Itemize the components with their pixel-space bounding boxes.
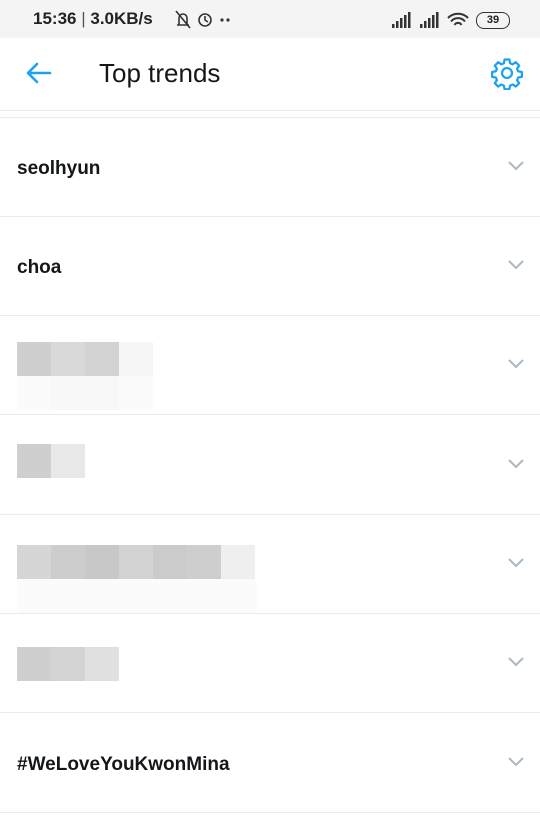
status-left-icons xyxy=(175,10,230,29)
mute-bell-icon xyxy=(175,10,191,29)
chevron-down-icon[interactable] xyxy=(507,756,525,768)
chevron-down-icon[interactable] xyxy=(507,160,525,172)
trend-row-redacted[interactable] xyxy=(0,316,540,415)
chevron-down-icon[interactable] xyxy=(507,656,525,668)
redacted-text xyxy=(17,647,121,681)
battery-icon: 39 xyxy=(476,12,510,29)
chevron-down-icon[interactable] xyxy=(507,458,525,470)
wifi-icon xyxy=(447,12,469,26)
redacted-text xyxy=(17,545,257,579)
gear-icon[interactable] xyxy=(490,56,524,90)
signal-icon xyxy=(420,12,439,28)
app-bar: Top trends xyxy=(0,38,540,111)
trend-row-redacted[interactable] xyxy=(0,614,540,713)
trend-label: #WeLoveYouKwonMina xyxy=(17,754,230,775)
page-title: Top trends xyxy=(99,58,221,88)
redacted-text xyxy=(17,444,87,478)
trend-label: seolhyun xyxy=(17,158,101,179)
alarm-icon xyxy=(198,13,212,27)
status-left: 15:36 | 3.0KB/s xyxy=(33,9,153,28)
status-speed: 3.0KB/s xyxy=(90,9,153,28)
status-bar: 15:36 | 3.0KB/s 39 xyxy=(0,0,540,38)
arrow-left-icon[interactable] xyxy=(24,58,54,88)
redacted-text xyxy=(17,579,257,613)
trend-row[interactable]: #WeLoveYouKwonMina xyxy=(0,714,540,813)
signal-icon xyxy=(392,12,411,28)
trend-label: choa xyxy=(17,257,62,278)
chevron-down-icon[interactable] xyxy=(507,259,525,271)
trend-row-redacted[interactable] xyxy=(0,416,540,515)
trend-row[interactable]: choa xyxy=(0,217,540,316)
redacted-text xyxy=(17,342,153,376)
status-right-icons xyxy=(392,12,469,28)
chevron-down-icon[interactable] xyxy=(507,557,525,569)
trend-row[interactable]: seolhyun xyxy=(0,118,540,217)
trend-row-redacted[interactable] xyxy=(0,515,540,614)
chevron-down-icon[interactable] xyxy=(507,358,525,370)
more-dots-icon xyxy=(220,18,230,22)
redacted-text xyxy=(17,376,153,410)
status-time: 15:36 xyxy=(33,9,77,28)
